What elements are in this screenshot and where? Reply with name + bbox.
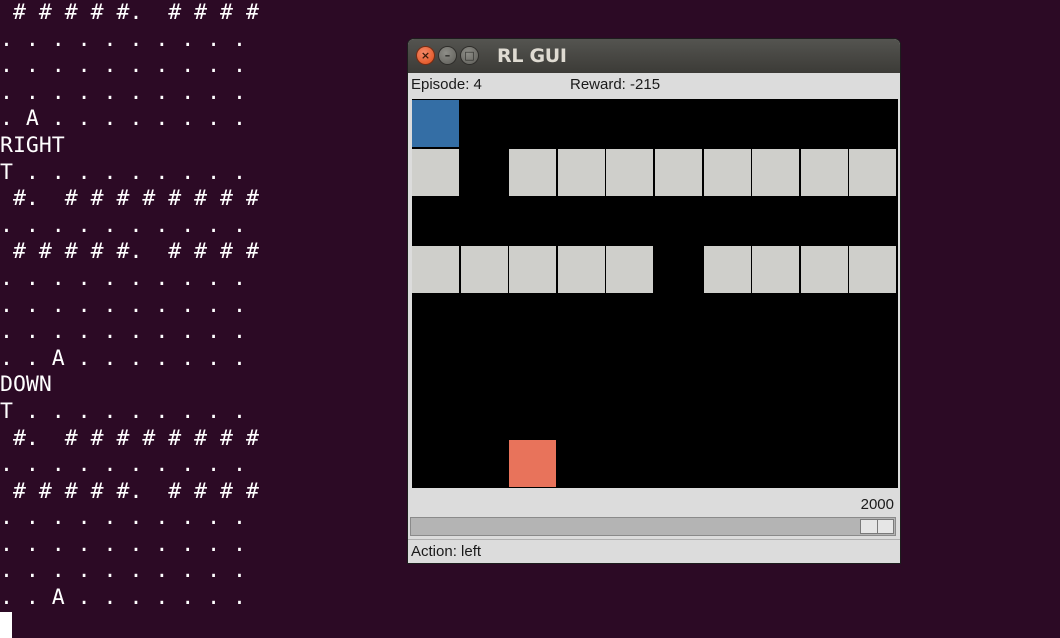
window-titlebar[interactable]: × – □ RL GUI <box>408 39 900 73</box>
wall-cell <box>800 245 848 293</box>
terminal-output: # # # # #. # # # #. . . . . . . . . .. .… <box>0 0 400 638</box>
rl-gui-window: × – □ RL GUI Episode: 4 Reward: -215 200… <box>408 39 900 563</box>
terminal-line: . . . . . . . . . . <box>0 319 246 345</box>
action-label: Action: left <box>411 543 482 560</box>
terminal-line: #. # # # # # # # # <box>0 425 259 451</box>
wall-cell <box>557 245 605 293</box>
terminal-line: RIGHT <box>0 132 65 158</box>
terminal-cursor <box>0 612 12 638</box>
slider-grip <box>877 520 878 533</box>
wall-cell <box>800 148 848 196</box>
wall-cell <box>412 148 459 196</box>
maximize-icon: □ <box>464 49 475 62</box>
close-icon: × <box>420 49 431 62</box>
terminal-line: . . . . . . . . . . <box>0 452 246 478</box>
terminal-line: . . . . . . . . . . <box>0 558 246 584</box>
terminal-line: . . . . . . . . . . <box>0 212 246 238</box>
wall-cell <box>509 245 557 293</box>
divider <box>408 539 900 540</box>
terminal-line: T . . . . . . . . . <box>0 398 246 424</box>
minimize-icon: – <box>444 49 451 62</box>
terminal-line: . . . . . . . . . . <box>0 505 246 531</box>
wall-cell <box>509 148 557 196</box>
terminal-line: # # # # #. # # # # <box>0 478 259 504</box>
maximize-window-button[interactable]: □ <box>461 47 478 64</box>
wall-cell <box>849 245 897 293</box>
wall-cell <box>460 245 508 293</box>
wall-cell <box>703 245 751 293</box>
terminal-line: . . A . . . . . . . <box>0 345 246 371</box>
speed-slider-handle[interactable] <box>860 519 894 534</box>
terminal-line: . . . . . . . . . . <box>0 292 246 318</box>
terminal-line: . A . . . . . . . . <box>0 106 246 132</box>
wall-cell <box>557 148 605 196</box>
grid-world-canvas <box>412 99 898 488</box>
wall-cell <box>752 245 800 293</box>
terminal-line: . . . . . . . . . . <box>0 26 246 52</box>
close-window-button[interactable]: × <box>417 47 434 64</box>
terminal-line: # # # # #. # # # # <box>0 239 259 265</box>
terminal-line: #. # # # # # # # # <box>0 186 259 212</box>
terminal-line: T . . . . . . . . . <box>0 159 246 185</box>
wall-cell <box>655 148 702 196</box>
minimize-window-button[interactable]: – <box>439 47 456 64</box>
terminal-line: . . . . . . . . . . <box>0 53 246 79</box>
goal-cell <box>509 440 557 488</box>
wall-cell <box>849 148 897 196</box>
terminal-line: DOWN <box>0 372 52 398</box>
episode-label: Episode: 4 <box>411 76 482 93</box>
speed-slider[interactable] <box>410 517 896 536</box>
wall-cell <box>703 148 751 196</box>
terminal-line: . . . . . . . . . . <box>0 265 246 291</box>
reward-label: Reward: -215 <box>570 76 661 93</box>
agent-cell <box>412 100 459 147</box>
wall-cell <box>752 148 800 196</box>
wall-cell <box>606 148 654 196</box>
speed-value: 2000 <box>860 496 894 513</box>
terminal-line: . . . . . . . . . . <box>0 79 246 105</box>
wall-cell <box>412 245 459 293</box>
terminal-line: # # # # #. # # # # <box>0 0 259 25</box>
wall-cell <box>606 245 654 293</box>
terminal-line: . . A . . . . . . . <box>0 585 246 611</box>
terminal-line: . . . . . . . . . . <box>0 531 246 557</box>
window-title: RL GUI <box>497 45 567 67</box>
